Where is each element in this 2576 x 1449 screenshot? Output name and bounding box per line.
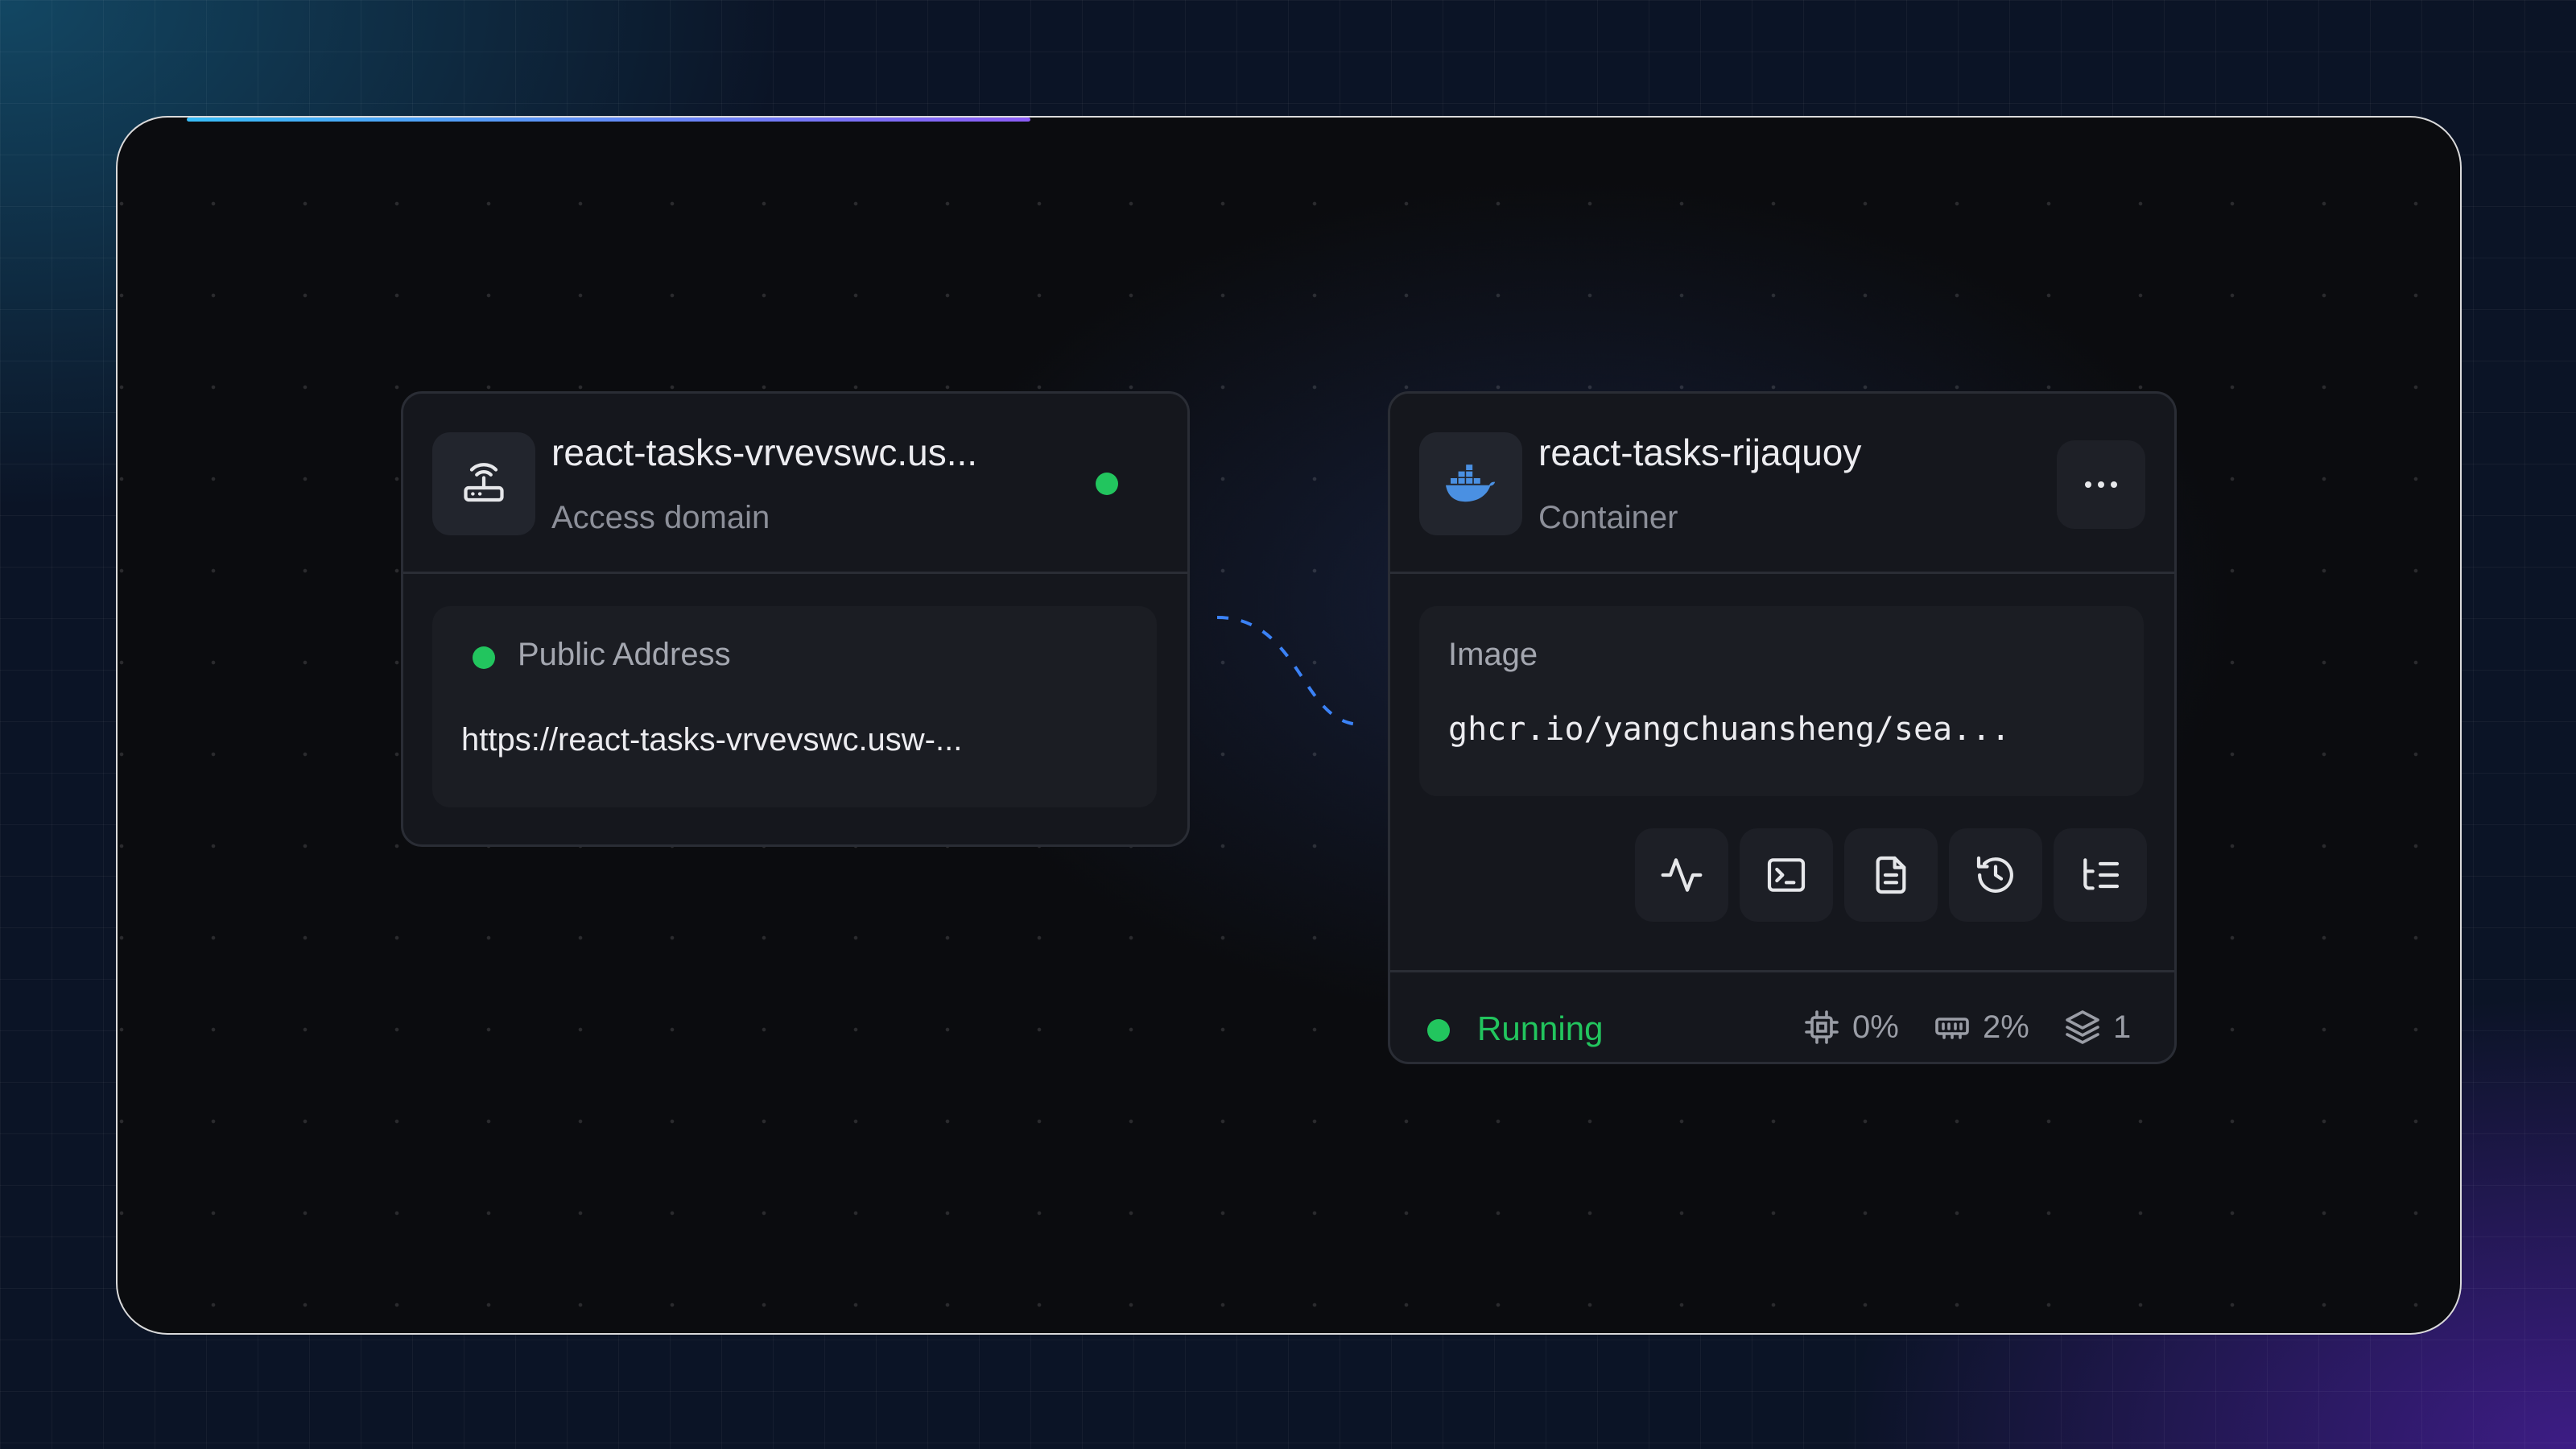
logs-icon <box>1876 856 1906 894</box>
access-node-title: react-tasks-vrvevswc.us... <box>551 431 978 473</box>
details-button[interactable] <box>2054 828 2147 922</box>
public-address-status-dot <box>473 646 495 669</box>
access-node-header: react-tasks-vrvevswc.us... Access domain <box>403 394 1187 574</box>
activity-icon <box>1661 858 1703 892</box>
image-value: ghcr.io/yangchuansheng/sea... <box>1448 711 2011 748</box>
memory-value: 2% <box>1983 1009 2029 1045</box>
more-horizontal-icon <box>2085 481 2117 488</box>
container-node-subtitle: Container <box>1538 500 1678 535</box>
access-domain-node[interactable]: react-tasks-vrvevswc.us... Access domain… <box>401 391 1190 847</box>
access-node-subtitle: Access domain <box>551 500 770 535</box>
container-node-header: react-tasks-rijaquoy Container <box>1390 394 2174 574</box>
container-status-bar: Running 0% 2% 1 <box>1390 970 2174 1086</box>
history-icon <box>1976 856 2013 893</box>
cpu-value: 0% <box>1852 1009 1899 1045</box>
container-node-title: react-tasks-rijaquoy <box>1538 431 1862 473</box>
history-button[interactable] <box>1949 828 2042 922</box>
memory-icon <box>1935 1018 1969 1039</box>
cpu-icon <box>1805 1010 1839 1044</box>
public-address-panel: Public Address https://react-tasks-vrvev… <box>432 606 1157 807</box>
list-tree-icon <box>2083 858 2120 890</box>
access-status-dot <box>1096 473 1118 495</box>
container-node[interactable]: react-tasks-rijaquoy Container Image ghc… <box>1388 391 2177 1064</box>
docker-icon <box>1419 432 1522 535</box>
image-label: Image <box>1448 637 1538 672</box>
canvas-frame: react-tasks-vrvevswc.us... Access domain… <box>116 116 2462 1335</box>
router-icon <box>432 432 535 535</box>
public-address-url[interactable]: https://react-tasks-vrvevswc.usw-... <box>461 722 962 758</box>
terminal-icon <box>1767 858 1806 892</box>
more-options-button[interactable] <box>2057 440 2145 529</box>
replicas-metric: 1 <box>2063 1008 2131 1046</box>
terminal-button[interactable] <box>1740 828 1833 922</box>
running-status-dot <box>1427 1019 1450 1042</box>
running-status-label: Running <box>1477 1009 1604 1047</box>
memory-metric: 2% <box>1933 1008 2029 1046</box>
monitor-button[interactable] <box>1635 828 1728 922</box>
public-address-label: Public Address <box>518 637 731 672</box>
cpu-metric: 0% <box>1802 1008 1899 1046</box>
layers-icon <box>2066 1010 2099 1044</box>
image-panel: Image ghcr.io/yangchuansheng/sea... <box>1419 606 2144 796</box>
logs-button[interactable] <box>1844 828 1938 922</box>
replicas-value: 1 <box>2113 1009 2132 1045</box>
